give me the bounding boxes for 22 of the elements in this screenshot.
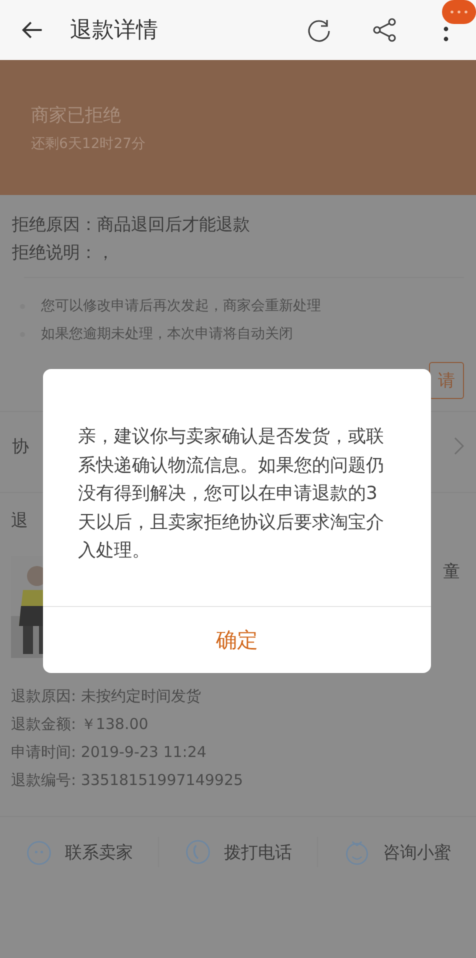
product-name: 童 xyxy=(443,561,460,583)
detail-line: 退款金额: ￥138.00 xyxy=(11,714,150,735)
tip-text: 您可以修改申请后再次发起，商家会重新处理 xyxy=(41,297,321,315)
confirm-button[interactable]: 确定 xyxy=(43,607,431,673)
message-badge-icon[interactable] xyxy=(442,0,476,24)
smiley-icon xyxy=(25,838,53,866)
assistant-icon xyxy=(343,838,371,866)
detail-line: 申请时间: 2019-9-23 11:24 xyxy=(11,742,208,763)
rejection-line: 拒绝说明：， xyxy=(12,242,115,265)
row-label[interactable]: 协 xyxy=(12,434,29,458)
detail-line: 退款编号: 33518151997149925 xyxy=(11,770,244,791)
bottom-action-button[interactable]: 联系卖家 xyxy=(0,837,158,867)
tip-text: 如果您逾期未处理，本次申请将自动关闭 xyxy=(41,325,293,343)
rejection-line: 拒绝原因：商品退回后才能退款 xyxy=(12,214,251,237)
bottom-action-button[interactable]: 拨打电话 xyxy=(159,837,317,867)
bottom-action-button[interactable]: 咨询小蜜 xyxy=(318,837,476,867)
dialog-message: 亲，建议你与卖家确认是否发货，或联系快递确认物流信息。如果您的问题仍没有得到解决，您可以在申请退款的3天以后，且卖家拒绝协议后要求淘宝介入处理。 xyxy=(78,425,385,563)
more-icon[interactable] xyxy=(443,26,449,42)
phone-icon xyxy=(184,838,212,866)
section-title: 退 xyxy=(11,510,28,532)
page-title: 退款详情 xyxy=(70,17,159,45)
detail-line: 退款原因: 未按约定时间发货 xyxy=(11,686,202,707)
